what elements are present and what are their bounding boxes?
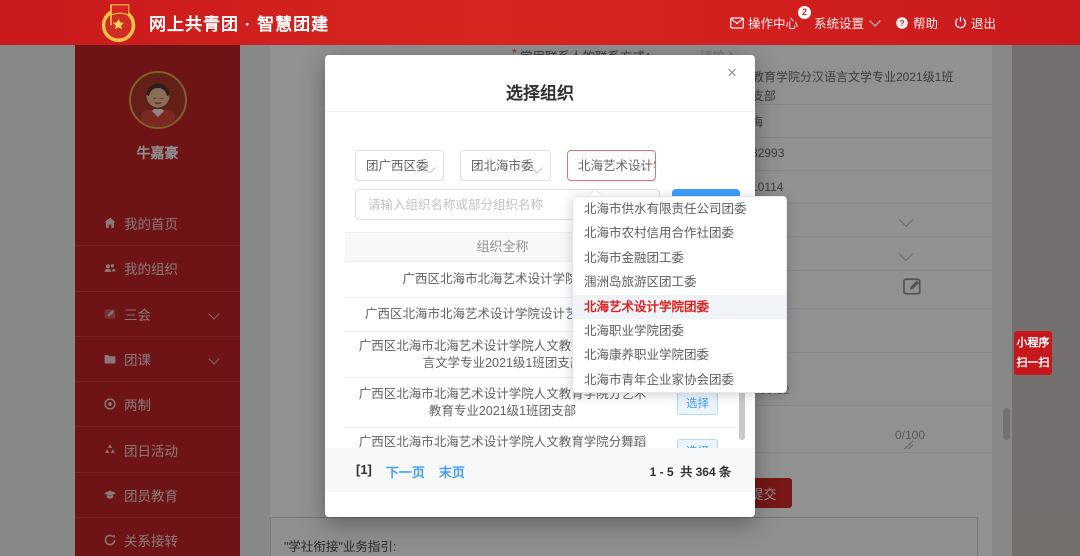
logout[interactable]: 退出 [954,13,996,32]
select-row-button[interactable]: 选择 [677,391,718,415]
pagination-next[interactable]: 下一页 [386,462,425,481]
message-count-badge: 2 [798,6,811,19]
brand: 网上共青团 · 智慧团建 [98,2,329,43]
table-row: 广西区北海市北海艺术设计学院人文教育学院分舞蹈表演专业2021级1班团支部 选择 [345,428,735,448]
dropdown-option[interactable]: 北海市青年企业家协会团委 [573,368,786,392]
pagination-last[interactable]: 末页 [439,462,465,481]
org-name-cell: 广西区北海市北海艺术设计学院人文教育学院分舞蹈表演专业2021级1班团支部 [345,434,660,449]
chevron-down-icon [869,15,880,26]
mini-program-line1: 小程序 [1014,334,1052,354]
message-center[interactable]: 操作中心 2 [730,13,798,32]
question-circle-icon: ? [895,16,909,30]
envelope-icon [730,17,744,29]
system-settings-label: 系统设置 [814,13,864,32]
table-footer: [1] 下一页 末页 1 - 5 共 364 条 [325,448,755,492]
app-title: 网上共青团 · 智慧团建 [149,10,329,35]
city-select-value: 团北海市委 [471,159,534,173]
city-select[interactable]: 团北海市委 [460,150,551,181]
dropdown-option[interactable]: 北海市农村信用合作社团委 [573,221,786,245]
org-select[interactable]: 北海艺术设计学院团委 [567,150,656,181]
pagination-current-page[interactable]: [1] [356,462,372,481]
title-divider [325,111,755,112]
mini-program-line2: 扫一扫 [1014,354,1052,374]
mini-program-badge[interactable]: 小程序 扫一扫 [1014,331,1052,375]
header-menu: 操作中心 2 系统设置 ? 帮助 退出 [730,0,996,45]
region-select-value: 团广西区委 [366,159,429,173]
pagination: [1] 下一页 末页 [356,462,465,481]
header: 网上共青团 · 智慧团建 操作中心 2 系统设置 ? 帮助 退出 [0,0,1080,45]
system-settings[interactable]: 系统设置 [814,13,879,32]
select-row-button[interactable]: 选择 [677,439,718,449]
table-scrollbar-thumb[interactable] [739,390,745,440]
pagination-range: 1 - 5 [650,465,674,479]
help[interactable]: ? 帮助 [895,13,938,32]
dialog-title: 选择组织 [325,79,755,104]
dropdown-option-selected[interactable]: 北海艺术设计学院团委 [573,295,786,319]
dropdown-arrow [589,190,601,196]
dropdown-option[interactable]: 北海市供水有限责任公司团委 [573,197,786,221]
svg-text:?: ? [899,17,904,27]
message-center-label: 操作中心 [748,13,798,32]
league-emblem-logo [98,1,139,44]
dropdown-option[interactable]: 北海市金融团工委 [573,246,786,270]
region-select[interactable]: 团广西区委 [355,150,444,181]
app-root: * 常用联系人的联系方式： 请输入 教育学院分汉语言文学专业2021级1班 支部… [0,0,1080,556]
dropdown-option[interactable]: 北海职业学院团委 [573,319,786,343]
org-dropdown-panel: 北海市供水有限责任公司团委 北海市农村信用合作社团委 北海市金融团工委 涠洲岛旅… [572,196,787,393]
dropdown-option[interactable]: 涠洲岛旅游区团工委 [573,270,786,294]
dropdown-option[interactable]: 北海康养职业学院团委 [573,343,786,367]
pagination-total: 1 - 5 共 364 条 [650,463,731,480]
help-label: 帮助 [913,13,938,32]
pagination-count: 共 364 条 [680,465,731,479]
power-icon [954,16,967,29]
logout-label: 退出 [971,13,996,32]
